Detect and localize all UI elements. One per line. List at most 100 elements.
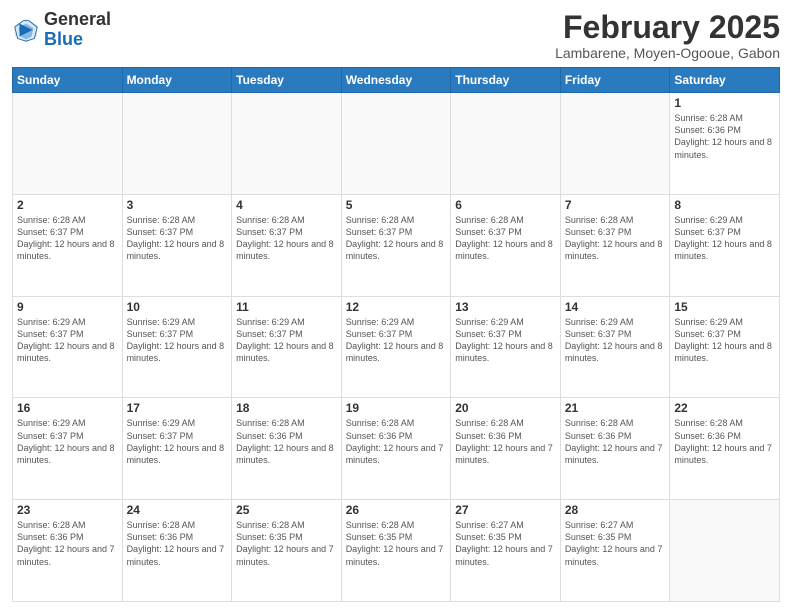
calendar-week-row: 23 Sunrise: 6:28 AM Sunset: 6:36 PM Dayli… [13,500,780,602]
header: General Blue February 2025 Lambarene, Mo… [12,10,780,61]
page: General Blue February 2025 Lambarene, Mo… [0,0,792,612]
table-row: 26 Sunrise: 6:28 AM Sunset: 6:35 PM Dayli… [341,500,451,602]
day-number: 17 [127,401,228,415]
day-info: Sunrise: 6:28 AM Sunset: 6:35 PM Dayligh… [346,519,447,568]
table-row: 17Sunrise: 6:29 AM Sunset: 6:37 PM Dayli… [122,398,232,500]
logo-blue-text: Blue [44,30,111,50]
day-info: Sunrise: 6:28 AM Sunset: 6:36 PM Dayligh… [346,417,447,466]
table-row: 15 Sunrise: 6:29 AM Sunset: 6:37 PM Dayli… [670,296,780,398]
day-number: 10 [127,300,228,314]
table-row [232,93,342,195]
header-saturday: Saturday [670,68,780,93]
month-title: February 2025 [555,10,780,45]
table-row: 24 Sunrise: 6:28 AM Sunset: 6:36 PM Dayli… [122,500,232,602]
table-row: 12 Sunrise: 6:29 AM Sunset: 6:37 PM Dayli… [341,296,451,398]
table-row: 7Sunrise: 6:28 AM Sunset: 6:37 PM Daylig… [560,194,670,296]
day-number: 9 [17,300,118,314]
day-number: 6 [455,198,556,212]
calendar-week-row: 1Sunrise: 6:28 AM Sunset: 6:36 PM Daylig… [13,93,780,195]
day-info: Sunrise: 6:27 AM Sunset: 6:35 PM Dayligh… [455,519,556,568]
day-info: Sunrise: 6:29 AM Sunset: 6:37 PM Dayligh… [236,316,337,365]
header-tuesday: Tuesday [232,68,342,93]
day-number: 7 [565,198,666,212]
day-number: 24 [127,503,228,517]
logo: General Blue [12,10,111,50]
calendar-week-row: 2 Sunrise: 6:28 AM Sunset: 6:37 PM Daylig… [13,194,780,296]
day-info: Sunrise: 6:28 AM Sunset: 6:35 PM Dayligh… [236,519,337,568]
day-number: 28 [565,503,666,517]
day-number: 11 [236,300,337,314]
table-row [122,93,232,195]
day-number: 26 [346,503,447,517]
table-row: 10Sunrise: 6:29 AM Sunset: 6:37 PM Dayli… [122,296,232,398]
logo-general-text: General [44,10,111,30]
table-row [13,93,123,195]
table-row: 6 Sunrise: 6:28 AM Sunset: 6:37 PM Daylig… [451,194,561,296]
table-row: 14Sunrise: 6:29 AM Sunset: 6:37 PM Dayli… [560,296,670,398]
header-thursday: Thursday [451,68,561,93]
day-number: 3 [127,198,228,212]
day-number: 20 [455,401,556,415]
day-info: Sunrise: 6:28 AM Sunset: 6:36 PM Dayligh… [674,417,775,466]
day-number: 27 [455,503,556,517]
day-info: Sunrise: 6:28 AM Sunset: 6:36 PM Dayligh… [127,519,228,568]
day-number: 16 [17,401,118,415]
day-number: 12 [346,300,447,314]
day-number: 8 [674,198,775,212]
day-number: 2 [17,198,118,212]
day-info: Sunrise: 6:28 AM Sunset: 6:37 PM Dayligh… [346,214,447,263]
day-info: Sunrise: 6:29 AM Sunset: 6:37 PM Dayligh… [455,316,556,365]
table-row: 25 Sunrise: 6:28 AM Sunset: 6:35 PM Dayli… [232,500,342,602]
header-wednesday: Wednesday [341,68,451,93]
table-row: 18 Sunrise: 6:28 AM Sunset: 6:36 PM Dayli… [232,398,342,500]
table-row: 3 Sunrise: 6:28 AM Sunset: 6:37 PM Daylig… [122,194,232,296]
day-number: 5 [346,198,447,212]
day-number: 23 [17,503,118,517]
table-row: 23 Sunrise: 6:28 AM Sunset: 6:36 PM Dayli… [13,500,123,602]
day-number: 19 [346,401,447,415]
day-info: Sunrise: 6:28 AM Sunset: 6:36 PM Dayligh… [17,519,118,568]
table-row: 21Sunrise: 6:28 AM Sunset: 6:36 PM Dayli… [560,398,670,500]
table-row [560,93,670,195]
table-row: 27 Sunrise: 6:27 AM Sunset: 6:35 PM Dayli… [451,500,561,602]
day-info: Sunrise: 6:29 AM Sunset: 6:37 PM Dayligh… [17,417,118,466]
header-monday: Monday [122,68,232,93]
table-row: 11 Sunrise: 6:29 AM Sunset: 6:37 PM Dayli… [232,296,342,398]
table-row: 4Sunrise: 6:28 AM Sunset: 6:37 PM Daylig… [232,194,342,296]
table-row: 19 Sunrise: 6:28 AM Sunset: 6:36 PM Dayli… [341,398,451,500]
table-row: 5 Sunrise: 6:28 AM Sunset: 6:37 PM Daylig… [341,194,451,296]
day-info: Sunrise: 6:28 AM Sunset: 6:37 PM Dayligh… [127,214,228,263]
day-info: Sunrise: 6:29 AM Sunset: 6:37 PM Dayligh… [674,316,775,365]
day-info: Sunrise: 6:28 AM Sunset: 6:36 PM Dayligh… [455,417,556,466]
header-sunday: Sunday [13,68,123,93]
day-info: Sunrise: 6:28 AM Sunset: 6:37 PM Dayligh… [236,214,337,263]
day-info: Sunrise: 6:28 AM Sunset: 6:37 PM Dayligh… [455,214,556,263]
day-number: 25 [236,503,337,517]
table-row: 22Sunrise: 6:28 AM Sunset: 6:36 PM Dayli… [670,398,780,500]
calendar-week-row: 9 Sunrise: 6:29 AM Sunset: 6:37 PM Daylig… [13,296,780,398]
table-row: 8 Sunrise: 6:29 AM Sunset: 6:37 PM Daylig… [670,194,780,296]
table-row: 16 Sunrise: 6:29 AM Sunset: 6:37 PM Dayli… [13,398,123,500]
day-info: Sunrise: 6:29 AM Sunset: 6:37 PM Dayligh… [674,214,775,263]
table-row: 13Sunrise: 6:29 AM Sunset: 6:37 PM Dayli… [451,296,561,398]
day-number: 14 [565,300,666,314]
logo-icon [12,16,40,44]
table-row [451,93,561,195]
day-info: Sunrise: 6:27 AM Sunset: 6:35 PM Dayligh… [565,519,666,568]
day-info: Sunrise: 6:29 AM Sunset: 6:37 PM Dayligh… [17,316,118,365]
table-row: 2 Sunrise: 6:28 AM Sunset: 6:37 PM Daylig… [13,194,123,296]
header-friday: Friday [560,68,670,93]
table-row [670,500,780,602]
day-info: Sunrise: 6:28 AM Sunset: 6:36 PM Dayligh… [236,417,337,466]
weekday-header-row: Sunday Monday Tuesday Wednesday Thursday… [13,68,780,93]
calendar-week-row: 16 Sunrise: 6:29 AM Sunset: 6:37 PM Dayli… [13,398,780,500]
day-info: Sunrise: 6:28 AM Sunset: 6:36 PM Dayligh… [674,112,775,161]
table-row: 20 Sunrise: 6:28 AM Sunset: 6:36 PM Dayli… [451,398,561,500]
day-info: Sunrise: 6:28 AM Sunset: 6:37 PM Dayligh… [17,214,118,263]
logo-text: General Blue [44,10,111,50]
day-info: Sunrise: 6:29 AM Sunset: 6:37 PM Dayligh… [346,316,447,365]
day-number: 15 [674,300,775,314]
day-number: 18 [236,401,337,415]
table-row: 9 Sunrise: 6:29 AM Sunset: 6:37 PM Daylig… [13,296,123,398]
location: Lambarene, Moyen-Ogooue, Gabon [555,45,780,61]
